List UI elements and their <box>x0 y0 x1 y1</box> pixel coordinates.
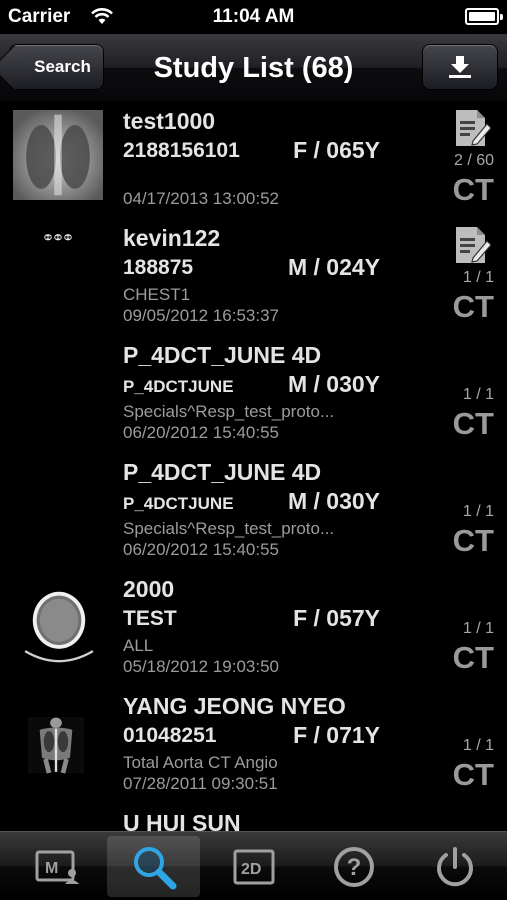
image-count: 1 / 1 <box>462 269 494 286</box>
patient-id: P_4DCTJUNE <box>123 494 234 513</box>
modality-label: CT <box>452 757 494 792</box>
image-count: 1 / 1 <box>462 620 494 637</box>
tab-power[interactable] <box>408 836 501 897</box>
patient-id: P_4DCTJUNE <box>123 377 234 396</box>
patient-name: kevin122 <box>123 225 221 251</box>
2d-view-icon: 2D <box>233 849 274 884</box>
patient-name: U HUI SUN <box>123 810 241 831</box>
study-description: Specials^Resp_test_proto... <box>123 519 335 538</box>
patient-sex-age: M / 030Y <box>287 371 380 397</box>
patient-name: 2000 <box>123 576 175 602</box>
body-ct-angio-thumbnail <box>28 717 84 774</box>
study-date: 06/20/2012 15:40:55 <box>123 423 279 442</box>
study-description: ALL <box>123 636 154 655</box>
image-count: 1 / 1 <box>462 503 494 520</box>
study-row[interactable]: P_4DCT_JUNE 4D P_4DCTJUNE M / 030Y Speci… <box>0 336 507 453</box>
head-ct-thumbnail <box>22 591 96 665</box>
chest-series-thumbnail <box>43 231 73 244</box>
study-description: Specials^Resp_test_proto... <box>123 402 335 421</box>
patient-monitor-icon: M <box>35 850 79 884</box>
clock: 11:04 AM <box>212 6 295 27</box>
patient-sex-age: M / 030Y <box>287 488 380 514</box>
modality-label: CT <box>452 523 494 558</box>
download-icon <box>449 56 471 78</box>
battery-icon <box>465 8 503 25</box>
patient-id: TEST <box>123 607 177 630</box>
image-count: 1 / 1 <box>462 386 494 403</box>
note-edit-icon[interactable] <box>451 108 491 148</box>
back-search-button[interactable]: Search <box>9 44 104 90</box>
tab-patient-monitor[interactable]: M <box>10 836 103 897</box>
study-date: 09/05/2012 16:53:37 <box>123 306 279 325</box>
study-row[interactable]: P_4DCT_JUNE 4D P_4DCTJUNE M / 030Y Speci… <box>0 453 507 570</box>
note-edit-icon[interactable] <box>451 225 491 265</box>
study-row[interactable]: U HUI SUN <box>0 804 507 831</box>
study-list[interactable]: test1000 2188156101 F / 065Y 04/17/2013 … <box>0 102 507 831</box>
image-count: 1 / 1 <box>462 737 494 754</box>
svg-text:M: M <box>45 860 58 877</box>
tab-2d-view[interactable]: 2D <box>207 836 300 897</box>
tab-search[interactable] <box>107 836 200 897</box>
status-bar: Carrier 11:04 AM <box>0 0 507 34</box>
study-description: Total Aorta CT Angio <box>123 753 278 772</box>
study-row[interactable]: test1000 2188156101 F / 065Y 04/17/2013 … <box>0 102 507 219</box>
navigation-bar: Search Study List (68) <box>0 34 507 102</box>
study-date: 06/20/2012 15:40:55 <box>123 540 279 559</box>
patient-sex-age: M / 024Y <box>287 254 380 280</box>
patient-sex-age: F / 065Y <box>293 137 380 163</box>
search-icon <box>133 846 176 889</box>
patient-id: 2188156101 <box>123 139 240 162</box>
patient-name: YANG JEONG NYEO <box>123 693 346 719</box>
modality-label: CT <box>452 406 494 441</box>
study-description: CHEST1 <box>123 285 191 304</box>
modality-label: CT <box>452 289 494 324</box>
study-row[interactable]: kevin122 188875 M / 024Y CHEST1 09/05/20… <box>0 219 507 336</box>
tab-help[interactable]: ? <box>307 836 400 897</box>
patient-sex-age: F / 071Y <box>293 722 380 748</box>
help-icon: ? <box>333 846 374 887</box>
study-row[interactable]: 2000 TEST F / 057Y ALL 05/18/2012 19:03:… <box>0 570 507 687</box>
modality-label: CT <box>452 640 494 675</box>
study-date: 07/28/2011 09:30:51 <box>123 774 278 793</box>
patient-name: P_4DCT_JUNE 4D <box>123 459 322 485</box>
study-row[interactable]: YANG JEONG NYEO 01048251 F / 071Y Total … <box>0 687 507 804</box>
study-date: 04/17/2013 13:00:52 <box>123 189 279 208</box>
chest-xray-thumbnail <box>13 110 103 200</box>
patient-id: 188875 <box>123 256 194 279</box>
modality-label: CT <box>452 172 494 207</box>
study-date: 05/18/2012 19:03:50 <box>123 657 279 676</box>
tab-bar: M 2D ? <box>0 831 507 900</box>
patient-name: P_4DCT_JUNE 4D <box>123 342 322 368</box>
download-button[interactable] <box>422 44 498 90</box>
patient-id: 01048251 <box>123 724 217 747</box>
svg-text:?: ? <box>346 854 361 881</box>
svg-text:2D: 2D <box>241 861 261 878</box>
image-count: 2 / 60 <box>453 152 494 169</box>
back-button-label: Search <box>34 57 91 76</box>
patient-name: test1000 <box>123 108 216 134</box>
power-icon <box>436 846 473 886</box>
patient-sex-age: F / 057Y <box>293 605 380 631</box>
